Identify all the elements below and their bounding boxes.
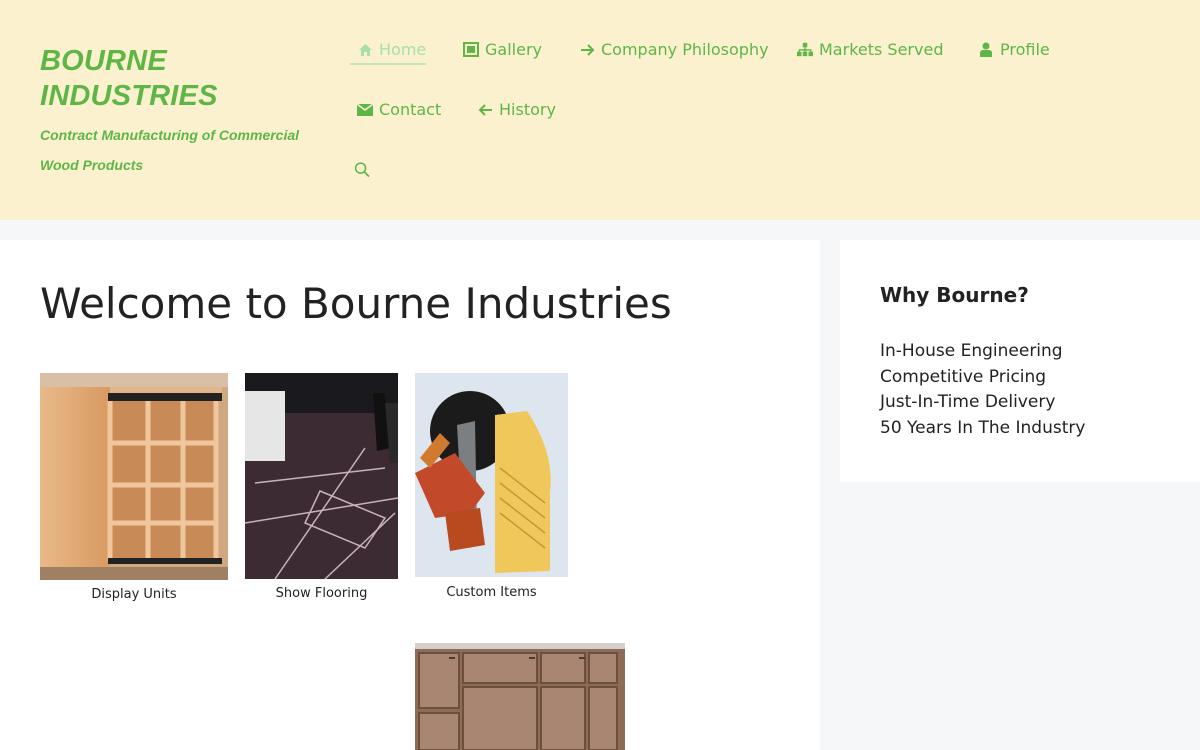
nav-label-home[interactable]: Home	[379, 40, 426, 59]
gallery-item-custom-items[interactable]: Custom Items	[415, 373, 568, 600]
list-item: Just-In-Time Delivery	[880, 392, 1056, 413]
site-header: BOURNE INDUSTRIES Contract Manufacturing…	[0, 0, 1200, 220]
site-title-line-1[interactable]: BOURNE	[40, 44, 330, 79]
gallery-caption: Show Flooring	[275, 586, 368, 601]
list-item: 50 Years In The Industry	[880, 418, 1086, 439]
nav-item-profile[interactable]: Profile	[978, 40, 1050, 59]
gallery-caption: Custom Items	[446, 585, 537, 600]
nav-item-gallery[interactable]: Gallery	[463, 40, 542, 59]
branding: BOURNE INDUSTRIES Contract Manufacturing…	[40, 44, 330, 180]
arrow-right-icon	[579, 42, 595, 58]
nav-label-profile[interactable]: Profile	[1000, 40, 1050, 59]
site-title[interactable]: BOURNE INDUSTRIES	[40, 44, 330, 114]
home-icon	[357, 42, 373, 58]
nav-item-home[interactable]: Home	[357, 40, 426, 59]
nav-item-contact[interactable]: Contact	[357, 100, 441, 119]
nav-label-markets-served[interactable]: Markets Served	[819, 40, 943, 59]
nav-label-company-philosophy[interactable]: Company Philosophy	[601, 40, 769, 59]
custom-items-image[interactable]	[415, 373, 568, 581]
widget-title: Why Bourne?	[880, 283, 1029, 307]
active-nav-underline	[350, 63, 426, 65]
cabinets-image[interactable]	[415, 643, 625, 750]
search-button[interactable]	[354, 161, 370, 177]
search-icon[interactable]	[354, 161, 370, 177]
display-units-image[interactable]	[40, 373, 228, 584]
list-item: Competitive Pricing	[880, 366, 1047, 387]
nav-label-history[interactable]: History	[499, 100, 556, 119]
gallery-caption: Display Units	[91, 587, 177, 602]
arrow-left-icon	[477, 102, 493, 118]
gallery-item-cabinets[interactable]	[415, 643, 625, 750]
nav-item-history[interactable]: History	[477, 100, 556, 119]
nav-label-contact[interactable]: Contact	[379, 100, 441, 119]
gallery-item-display-units[interactable]: Display Units	[40, 373, 228, 602]
nav-item-markets-served[interactable]: Markets Served	[797, 40, 943, 59]
image-icon	[463, 42, 479, 58]
nav-item-company-philosophy[interactable]: Company Philosophy	[579, 40, 769, 59]
page-title: Welcome to Bourne Industries	[40, 279, 672, 328]
list-item: In-House Engineering	[880, 341, 1063, 361]
nav-label-gallery[interactable]: Gallery	[485, 40, 542, 59]
user-icon	[978, 42, 994, 58]
gallery-item-show-flooring[interactable]: Show Flooring	[245, 373, 398, 601]
why-bourne-list: In-House Engineering Competitive Pricing…	[880, 339, 1085, 442]
site-title-line-2[interactable]: INDUSTRIES	[40, 79, 330, 114]
site-tagline: Contract Manufacturing of Commercial Woo…	[40, 127, 300, 173]
sitemap-icon	[797, 42, 813, 58]
show-flooring-image[interactable]	[245, 373, 398, 583]
envelope-icon	[357, 102, 373, 118]
